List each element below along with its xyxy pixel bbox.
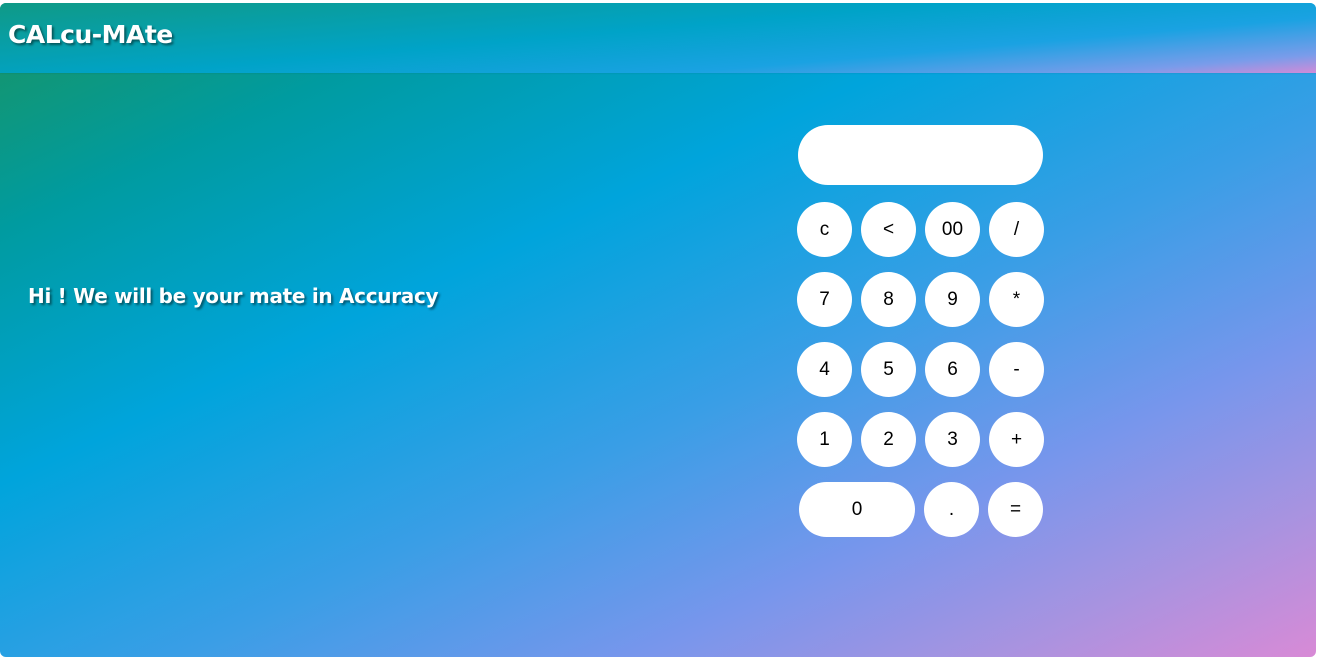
nine-button[interactable]: 9 [925, 272, 980, 327]
zero-button[interactable]: 0 [799, 482, 915, 537]
double-zero-button[interactable]: 00 [925, 202, 980, 257]
calculator-display[interactable] [798, 125, 1043, 185]
backspace-button[interactable]: < [861, 202, 916, 257]
three-button[interactable]: 3 [925, 412, 980, 467]
add-button[interactable]: + [989, 412, 1044, 467]
two-button[interactable]: 2 [861, 412, 916, 467]
divide-button[interactable]: / [989, 202, 1044, 257]
subtract-button[interactable]: - [989, 342, 1044, 397]
equals-button[interactable]: = [988, 482, 1043, 537]
four-button[interactable]: 4 [797, 342, 852, 397]
six-button[interactable]: 6 [925, 342, 980, 397]
app-title: CALcu-MAte [8, 20, 173, 49]
clear-button[interactable]: c [797, 202, 852, 257]
tagline: Hi ! We will be your mate in Accuracy [28, 284, 439, 308]
five-button[interactable]: 5 [861, 342, 916, 397]
app-window: CALcu-MAte Hi ! We will be your mate in … [0, 3, 1316, 657]
one-button[interactable]: 1 [797, 412, 852, 467]
decimal-button[interactable]: . [924, 482, 979, 537]
multiply-button[interactable]: * [989, 272, 1044, 327]
seven-button[interactable]: 7 [797, 272, 852, 327]
app-header: CALcu-MAte [0, 3, 1316, 73]
eight-button[interactable]: 8 [861, 272, 916, 327]
